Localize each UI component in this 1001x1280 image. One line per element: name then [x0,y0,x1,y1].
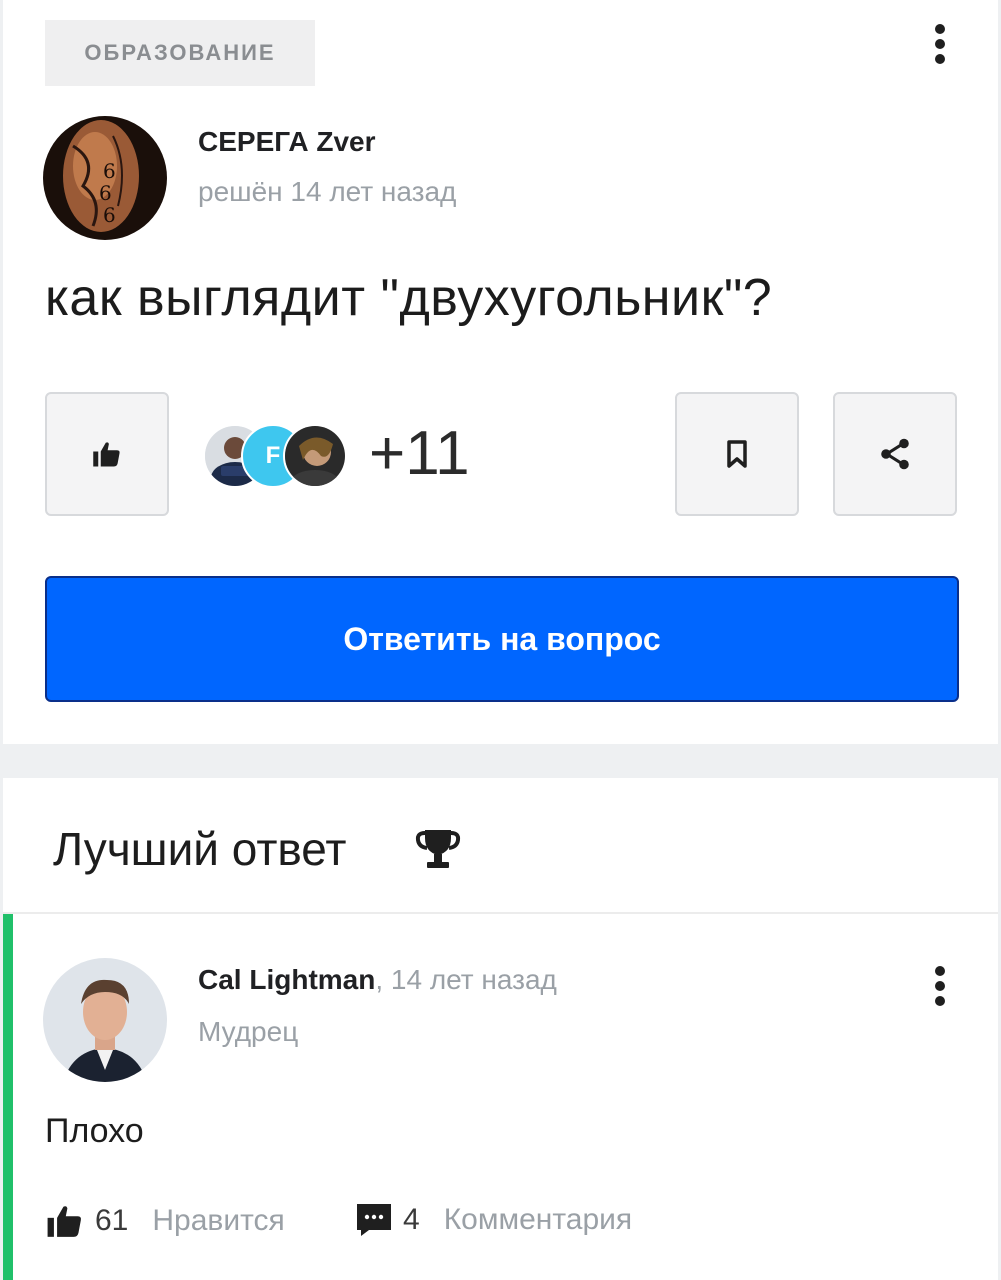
answer-author-avatar[interactable] [43,958,167,1082]
answer-text: Плохо [45,1112,144,1150]
author-avatar[interactable]: 6 6 6 [43,116,167,240]
answer-menu-button[interactable] [930,964,950,1008]
comment-icon [357,1204,391,1236]
like-button[interactable] [45,392,169,516]
dot [935,996,945,1006]
best-answer-header: Лучший ответ [3,778,998,914]
category-tag[interactable]: ОБРАЗОВАНИЕ [45,20,315,86]
bookmark-icon [727,440,747,468]
dot [935,981,945,991]
likers-avatars[interactable]: F [203,424,353,488]
liker-avatar [283,424,347,488]
dot [935,39,945,49]
answer-author-line: Cal Lightman, 14 лет назад [198,964,557,996]
best-answer-accent [3,914,13,1280]
answer-comments-button[interactable]: 4 Комментария [355,1202,632,1238]
dot [935,54,945,64]
svg-text:6: 6 [103,203,116,227]
likes-more-count[interactable]: +11 [369,418,470,489]
author-name[interactable]: СЕРЕГА Zver [198,126,376,158]
liker-initial: F [265,442,281,469]
answer-time: , 14 лет назад [375,964,557,995]
answer-like-button[interactable]: 61 Нравится [45,1202,285,1240]
bookmark-button[interactable] [675,392,799,516]
best-answer-card: Лучший ответ Cal Lightman, 14 лет назад … [3,778,998,1280]
question-card: ОБРАЗОВАНИЕ 6 6 6 СЕРЕГА Zver решён 14 л… [3,0,998,744]
question-title: как выглядит "двухугольник"? [45,269,773,327]
thumbs-up-icon [93,442,120,467]
answer-comment-label: Комментария [443,1203,633,1236]
svg-text:6: 6 [103,159,116,183]
thumbs-up-icon [47,1206,81,1237]
answer-like-label: Нравится [152,1204,285,1237]
dot [935,966,945,976]
best-answer-heading: Лучший ответ [53,823,347,875]
share-button[interactable] [833,392,957,516]
answer-author-name[interactable]: Cal Lightman [198,964,375,995]
question-menu-button[interactable] [930,22,950,66]
share-icon [881,438,909,470]
question-status: решён 14 лет назад [198,176,457,207]
trophy-icon [415,830,461,868]
dot [935,24,945,34]
answer-like-count: 61 [95,1204,129,1237]
answer-author-rank: Мудрец [198,1016,299,1047]
answer-comment-count: 4 [403,1203,420,1236]
svg-text:6: 6 [99,181,112,205]
answer-question-button[interactable]: Ответить на вопрос [45,576,959,702]
